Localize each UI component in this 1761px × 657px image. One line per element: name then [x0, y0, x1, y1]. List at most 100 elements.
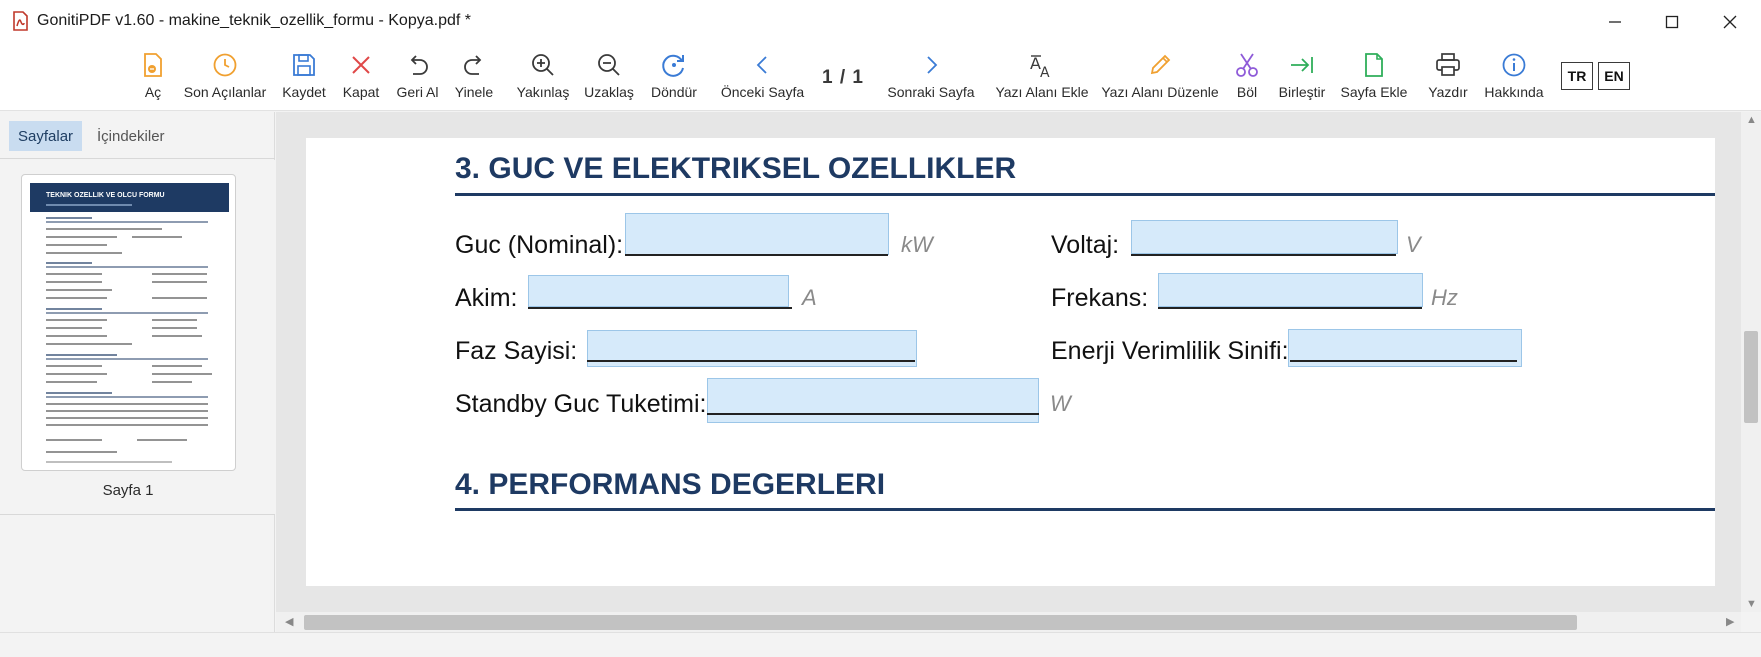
- zoom-in-icon: [532, 54, 554, 76]
- scroll-right-icon[interactable]: ▶: [1726, 615, 1734, 628]
- svg-text:A: A: [1040, 65, 1050, 79]
- scroll-up-icon[interactable]: ▲: [1746, 114, 1757, 126]
- zoom-out-button[interactable]: Uzaklaş: [584, 49, 634, 105]
- redo-icon: [464, 55, 482, 75]
- field-label-akim: Akim:: [455, 284, 518, 312]
- guc-underline: [625, 254, 888, 256]
- next-page-label: Sonraki Sayfa: [887, 84, 975, 100]
- pdf-page: 3. GUC VE ELEKTRIKSEL OZELLIKLER Guc (No…: [306, 138, 1715, 586]
- standby-input[interactable]: [707, 378, 1039, 423]
- maximize-button[interactable]: [1643, 0, 1701, 43]
- page-add-icon: [1365, 53, 1383, 77]
- undo-icon: [410, 55, 428, 75]
- frekans-unit: Hz: [1431, 285, 1458, 310]
- about-button[interactable]: Hakkında: [1484, 49, 1544, 105]
- split-label: Böl: [1236, 84, 1258, 100]
- previous-page-button[interactable]: Önceki Sayfa: [720, 49, 805, 105]
- clock-icon: [213, 53, 237, 77]
- document-viewport[interactable]: 3. GUC VE ELEKTRIKSEL OZELLIKLER Guc (No…: [276, 112, 1741, 612]
- zoom-out-icon: [598, 54, 620, 76]
- text-field-add-icon: A A: [1030, 54, 1050, 79]
- close-document-button[interactable]: Kapat: [341, 49, 381, 105]
- chevron-left-icon: [756, 56, 767, 74]
- tab-pages[interactable]: Sayfalar: [9, 121, 83, 151]
- save-button[interactable]: Kaydet: [281, 49, 327, 105]
- zoom-in-button[interactable]: Yakınlaş: [517, 49, 569, 105]
- akim-input[interactable]: [528, 275, 789, 307]
- rotate-button[interactable]: Döndür: [648, 49, 700, 105]
- open-button[interactable]: Aç: [138, 49, 168, 105]
- window-title: GonitiPDF v1.60 - makine_teknik_ozellik_…: [37, 12, 471, 29]
- tab-contents[interactable]: İçindekiler: [88, 121, 174, 151]
- scroll-down-icon[interactable]: ▼: [1746, 598, 1757, 610]
- save-icon: [293, 54, 315, 76]
- standby-unit: W: [1050, 391, 1071, 416]
- main-toolbar: Aç Son Açılanlar Kaydet Kapat Geri Al Yi…: [0, 43, 1761, 111]
- add-page-button[interactable]: Sayfa Ekle: [1341, 49, 1407, 105]
- merge-icon: [1291, 57, 1313, 73]
- field-label-voltaj: Voltaj:: [1051, 231, 1120, 259]
- horizontal-scrollbar[interactable]: ◀ ▶: [276, 612, 1741, 632]
- vertical-scroll-thumb[interactable]: [1744, 331, 1758, 423]
- minimize-button[interactable]: [1586, 0, 1644, 43]
- field-label-enerji: Enerji Verimlilik Sinifi:: [1051, 337, 1289, 365]
- print-label: Yazdır: [1428, 84, 1468, 100]
- merge-button[interactable]: Birleştir: [1277, 49, 1327, 105]
- edit-text-field-button[interactable]: Yazı Alanı Düzenle: [1101, 49, 1219, 105]
- info-icon: [1502, 53, 1526, 77]
- open-folder-icon: [144, 53, 162, 77]
- add-text-field-button[interactable]: A A Yazı Alanı Ekle: [995, 49, 1088, 105]
- vertical-scrollbar[interactable]: ▲ ▼: [1741, 112, 1761, 612]
- split-button[interactable]: Böl: [1234, 49, 1260, 105]
- maximize-icon: [1665, 15, 1679, 28]
- merge-label: Birleştir: [1278, 84, 1326, 100]
- horizontal-scroll-thumb[interactable]: [304, 615, 1577, 630]
- redo-label: Yinele: [454, 84, 494, 100]
- akim-unit: A: [802, 285, 817, 310]
- close-window-button[interactable]: [1701, 0, 1759, 43]
- scissors-icon: [1236, 53, 1258, 77]
- guc-unit: kW: [901, 232, 933, 257]
- undo-button[interactable]: Geri Al: [395, 49, 440, 105]
- close-x-icon: [352, 56, 370, 74]
- title-bar: GonitiPDF v1.60 - makine_teknik_ozellik_…: [0, 0, 1761, 43]
- save-label: Kaydet: [282, 84, 326, 100]
- page-thumbnail[interactable]: TEKNIK OZELLIK VE OLCU FORMU: [21, 174, 236, 471]
- enerji-underline: [1290, 360, 1517, 362]
- recent-label: Son Açılanlar: [183, 84, 267, 100]
- redo-button[interactable]: Yinele: [453, 49, 495, 105]
- print-button[interactable]: Yazdır: [1428, 49, 1468, 105]
- frekans-input[interactable]: [1158, 273, 1423, 307]
- printer-icon: [1436, 53, 1460, 76]
- standby-underline: [707, 413, 1039, 415]
- open-label: Aç: [144, 84, 162, 100]
- status-bar: [0, 632, 1761, 657]
- language-tr-button[interactable]: TR: [1561, 62, 1593, 90]
- page-indicator: 1 / 1: [822, 67, 864, 88]
- close-document-label: Kapat: [342, 84, 380, 100]
- about-label: Hakkında: [1484, 84, 1544, 100]
- field-label-guc: Guc (Nominal):: [455, 231, 624, 259]
- language-en-button[interactable]: EN: [1598, 62, 1630, 90]
- close-icon: [1723, 15, 1737, 28]
- section-title: 4. PERFORMANS DEGERLERI: [455, 468, 886, 501]
- guc-input[interactable]: [625, 213, 889, 255]
- zoom-in-label: Yakınlaş: [516, 84, 570, 100]
- frekans-underline: [1158, 307, 1422, 309]
- minimize-icon: [1609, 20, 1621, 23]
- rotate-icon: [662, 54, 684, 77]
- previous-page-label: Önceki Sayfa: [720, 84, 805, 100]
- sidebar: Sayfalar İçindekiler TEKNIK OZELLIK VE O…: [0, 112, 275, 632]
- zoom-out-label: Uzaklaş: [584, 84, 634, 100]
- rotate-label: Döndür: [651, 84, 697, 100]
- scroll-left-icon[interactable]: ◀: [285, 615, 293, 628]
- pdf-app-icon: [13, 11, 28, 31]
- field-label-faz: Faz Sayisi:: [455, 337, 578, 365]
- akim-underline: [528, 307, 792, 309]
- chevron-right-icon: [927, 56, 938, 74]
- recent-button[interactable]: Son Açılanlar: [183, 49, 267, 105]
- thumbnail-title: TEKNIK OZELLIK VE OLCU FORMU: [46, 192, 165, 199]
- section-divider: [455, 508, 1715, 511]
- voltaj-input[interactable]: [1131, 220, 1398, 254]
- next-page-button[interactable]: Sonraki Sayfa: [887, 49, 975, 105]
